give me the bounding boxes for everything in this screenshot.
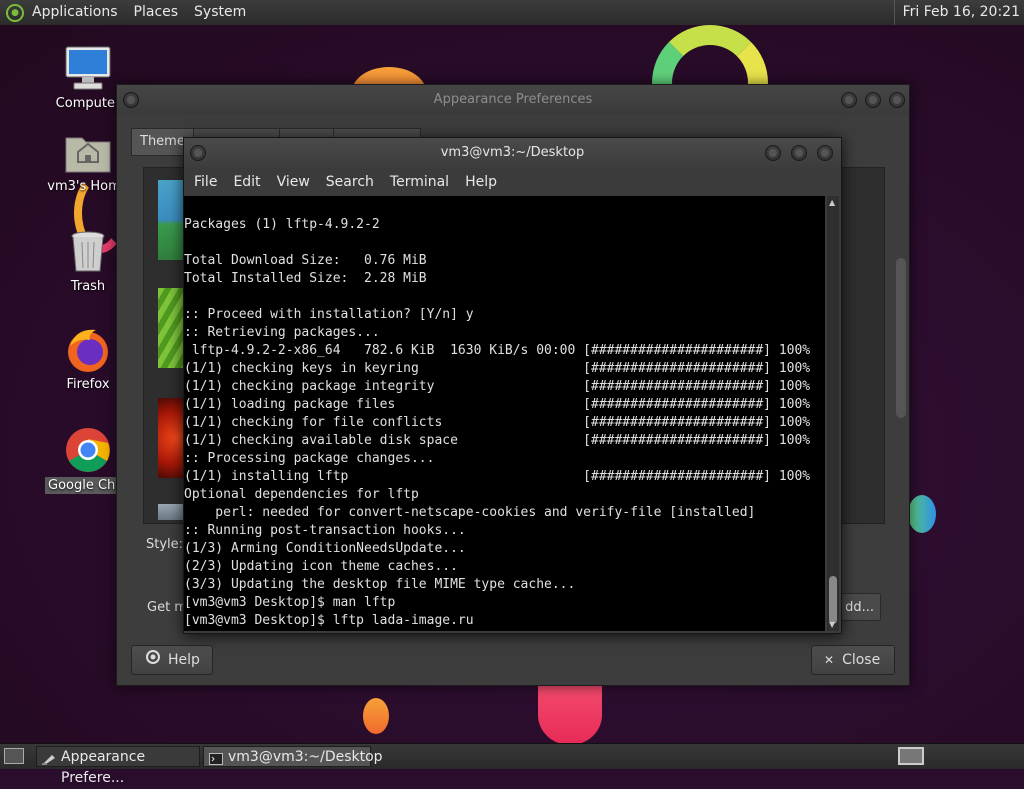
menu-help[interactable]: Help [457,174,505,190]
get-more-label[interactable]: Get m [147,600,187,615]
terminal-line: (1/1) installing lftp [#################… [184,469,811,484]
terminal-line: Total Installed Size: 2.28 MiB [184,271,427,286]
bottom-taskbar: Appearance Prefere... vm3@vm3:~/Desktop [0,743,1024,786]
maximize-button[interactable] [865,92,881,108]
workspace-switcher[interactable] [898,747,924,765]
terminal-line: (1/3) Arming ConditionNeedsUpdate... [184,541,466,556]
chrome-icon [64,426,112,474]
scroll-down-icon[interactable]: ▼ [829,620,835,629]
terminal-app-icon [209,751,223,765]
terminal-menubar: File Edit View Search Terminal Help [184,168,841,196]
terminal-line: Optional dependencies for lftp [184,487,419,502]
minimize-button[interactable] [765,145,781,161]
menu-edit[interactable]: Edit [225,174,268,190]
terminal-line: (1/1) checking available disk space [###… [184,433,811,448]
scrollbar-thumb[interactable] [829,576,837,624]
wallpaper-orange-bottom-shape [363,698,389,734]
terminal-output[interactable]: Packages (1) lftp-4.9.2-2​Total Download… [184,196,825,631]
terminal-line: (1/1) checking for file conflicts [#####… [184,415,811,430]
taskbar-item-terminal[interactable]: vm3@vm3:~/Desktop [203,746,383,767]
appearance-app-icon [42,751,56,765]
trash-icon [64,228,112,276]
terminal-line: :: Retrieving packages... [184,325,380,340]
menu-file[interactable]: File [186,174,225,190]
terminal-line: Packages (1) lftp-4.9.2-2 [184,217,380,232]
close-window-button[interactable] [817,145,833,161]
panel-clock[interactable]: Fri Feb 16, 20:21 [893,0,1020,25]
terminal-line: perl: needed for convert-netscape-cookie… [184,505,756,520]
menu-terminal[interactable]: Terminal [382,174,457,190]
minimize-button[interactable] [841,92,857,108]
close-button-label: Close [842,652,881,668]
terminal-line: :: Proceed with installation? [Y/n] y [184,307,474,322]
terminal-line: (3/3) Updating the desktop file MIME typ… [184,577,576,592]
terminal-line: [vm3@vm3 Desktop]$ man lftp [184,595,396,610]
close-window-button[interactable] [889,92,905,108]
close-icon: ✕ [824,653,835,667]
taskbar-item-appearance[interactable]: Appearance Prefere... [36,746,200,786]
terminal-line: [vm3@vm3 Desktop]$ lftp lada-image.ru [184,613,474,628]
terminal-line: (1/1) checking package integrity [######… [184,379,811,394]
style-label: Style: [146,537,184,552]
close-button[interactable]: ✕ Close [811,645,895,675]
terminal-line: ​ [184,288,825,306]
terminal-line: (2/3) Updating icon theme caches... [184,559,458,574]
distro-logo-icon[interactable]: ● [6,3,24,22]
wallpaper-blue-shape [908,495,936,533]
maximize-button[interactable] [791,145,807,161]
menu-places[interactable]: Places [126,0,187,25]
terminal-line: (1/1) loading package files [###########… [184,397,811,412]
window-title: Appearance Preferences [433,92,593,107]
help-button-label: Help [168,652,200,668]
taskbar-item-label: vm3@vm3:~/Desktop [228,749,383,765]
terminal-line: lftp-4.9.2-2-x86_64 782.6 KiB 1630 KiB/s… [184,343,811,358]
wallpaper-pink-shape [538,685,602,743]
firefox-icon [64,326,112,374]
terminal-titlebar[interactable]: vm3@vm3:~/Desktop [184,138,841,168]
terminal-line: ​ [184,234,825,252]
help-icon [146,645,160,675]
terminal-window: vm3@vm3:~/Desktop File Edit View Search … [183,137,842,634]
list-scrollbar[interactable] [896,258,906,418]
terminal-line: Total Download Size: 0.76 MiB [184,253,427,268]
menu-search[interactable]: Search [318,174,382,190]
home-folder-icon [64,128,112,176]
terminal-scrollbar[interactable]: ▲ ▼ [827,196,839,631]
menu-system[interactable]: System [186,0,254,25]
menu-view[interactable]: View [269,174,318,190]
show-desktop-icon[interactable] [4,748,24,764]
computer-icon [64,45,112,93]
terminal-line: (1/1) checking keys in keyring [########… [184,361,811,376]
terminal-line: :: Processing package changes... [184,451,435,466]
window-titlebar[interactable]: Appearance Preferences [117,85,909,115]
terminal-title: vm3@vm3:~/Desktop [440,145,585,160]
scroll-up-icon[interactable]: ▲ [829,198,835,207]
menu-applications[interactable]: Applications [24,0,126,25]
help-button[interactable]: Help [131,645,213,675]
terminal-line: :: Running post-transaction hooks... [184,523,466,538]
top-panel: ● Applications Places System Fri Feb 16,… [0,0,1024,26]
